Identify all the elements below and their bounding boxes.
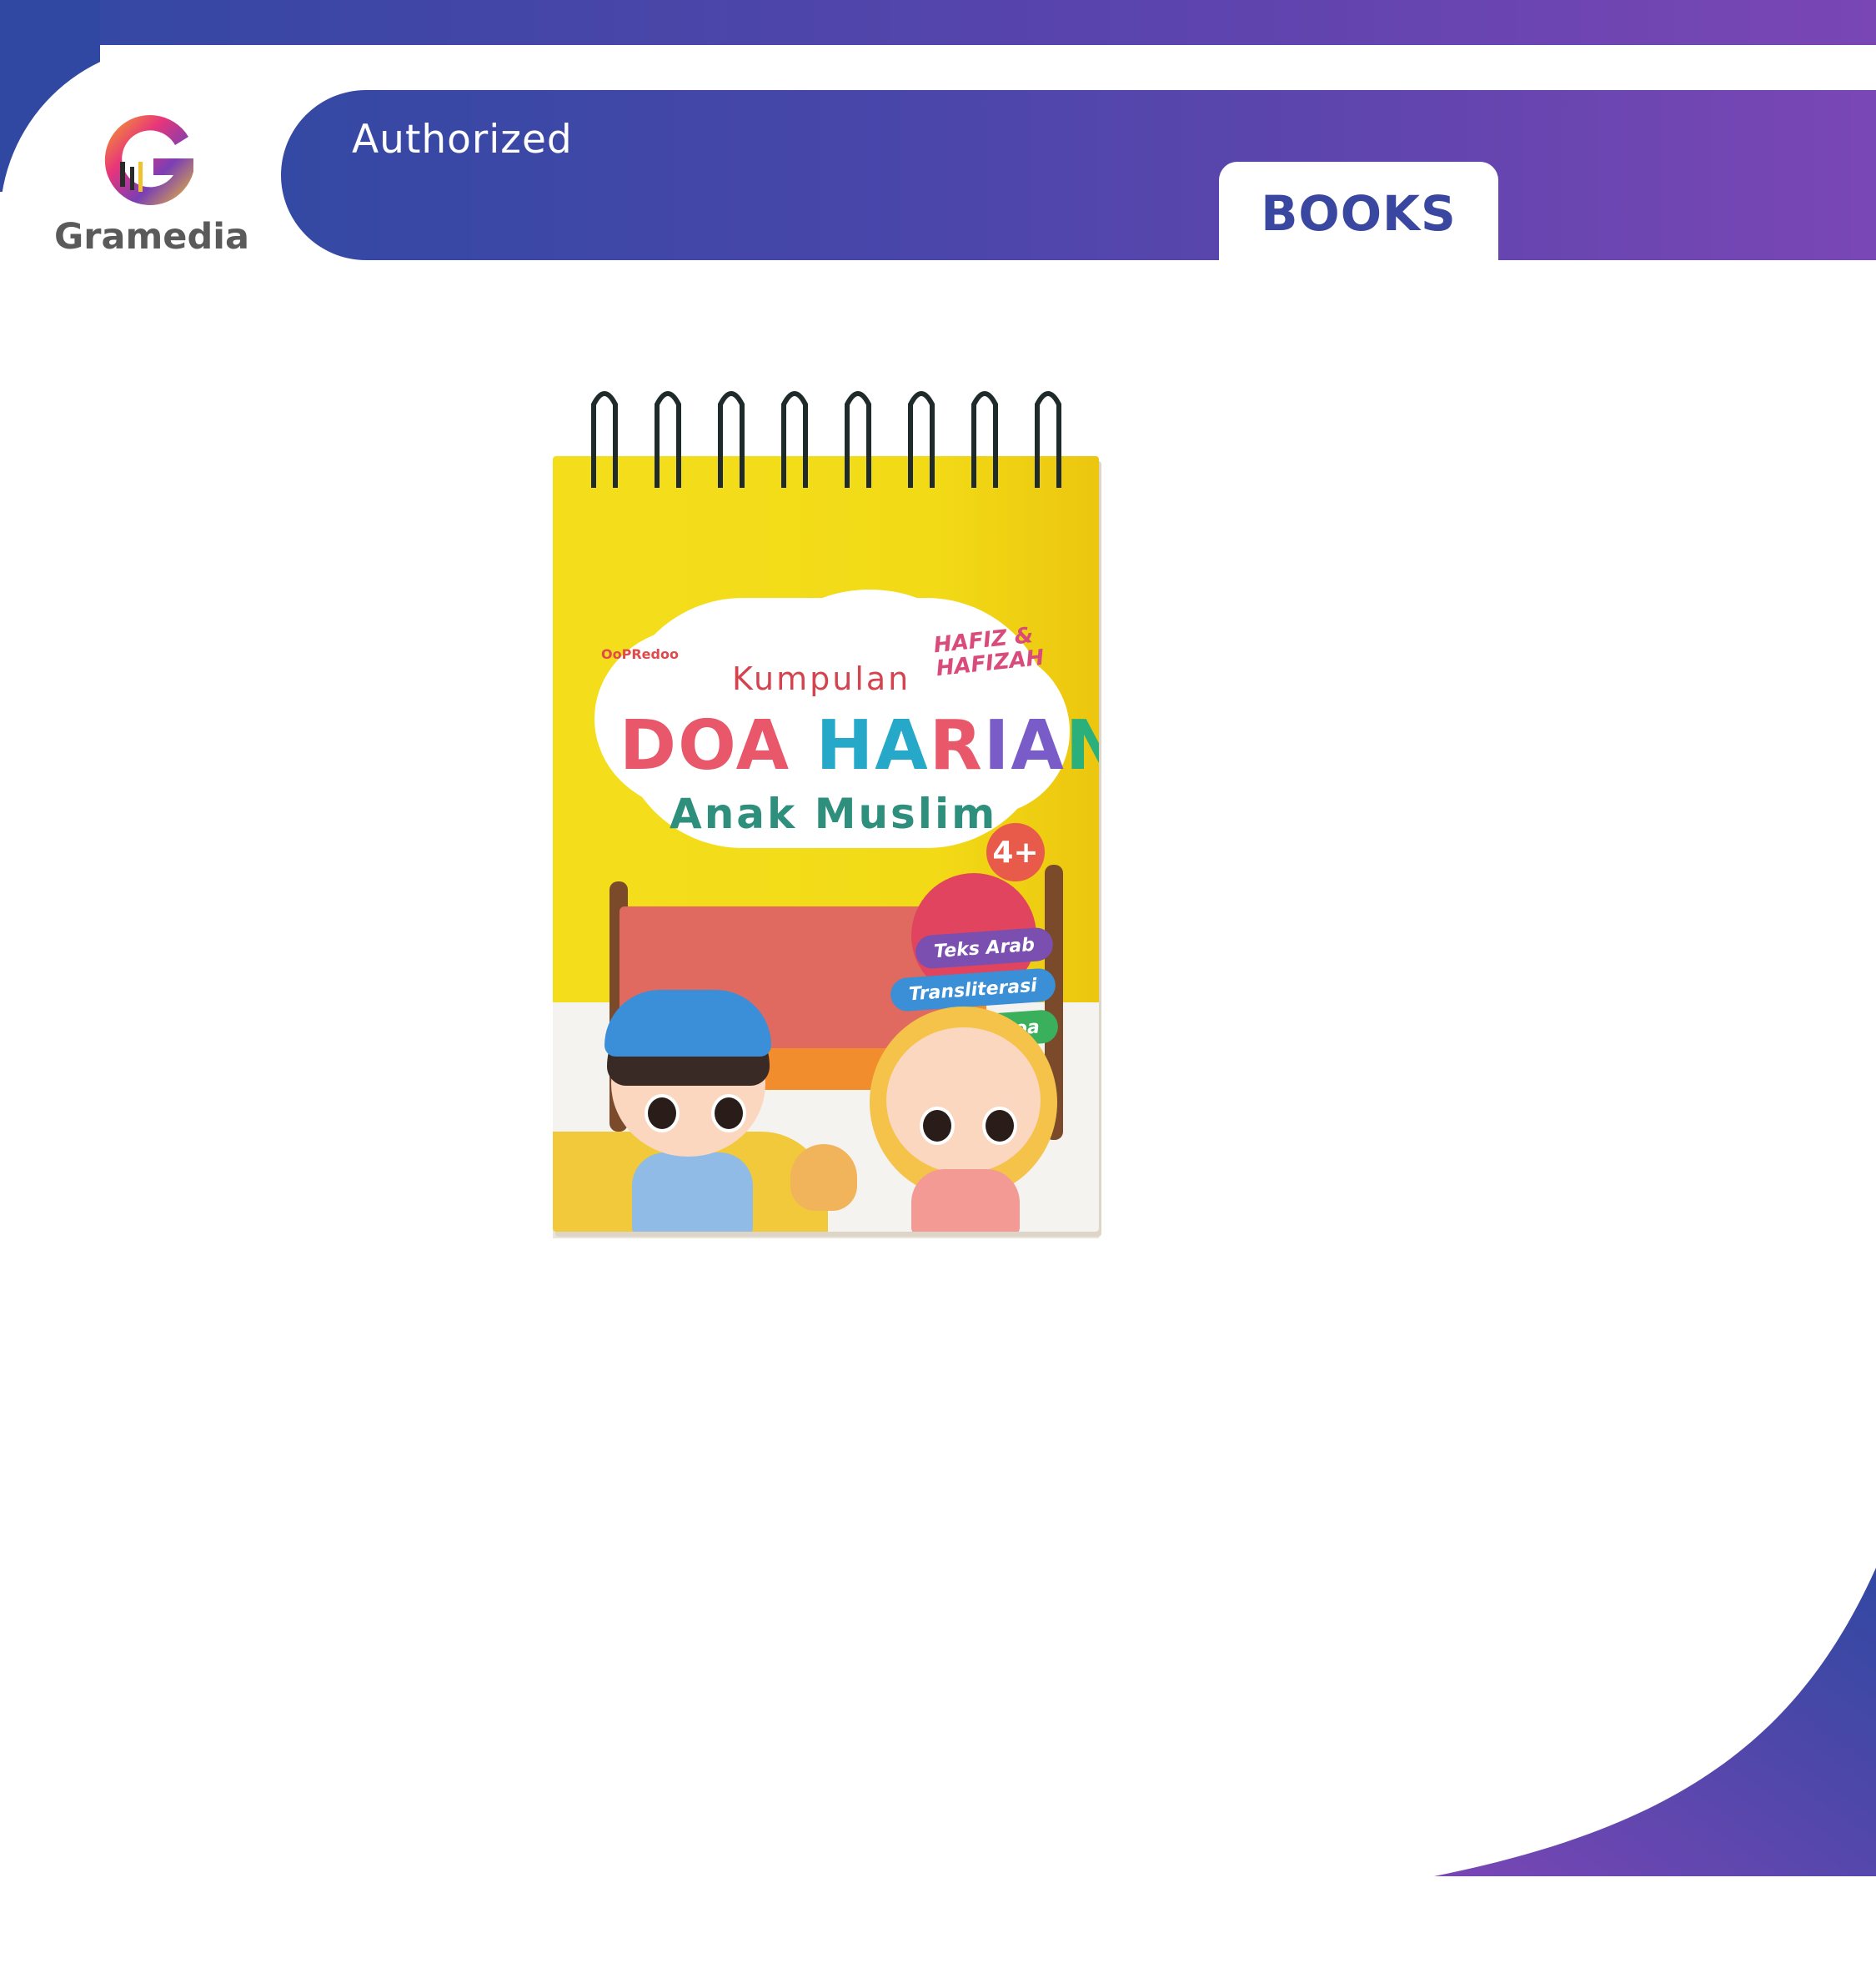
spiral-ring	[845, 391, 871, 488]
boy-eye	[645, 1094, 680, 1132]
spiral-ring	[1035, 391, 1061, 488]
gramedia-g-icon	[104, 115, 193, 206]
spiral-ring	[718, 391, 745, 488]
girl-eye	[920, 1107, 955, 1145]
corner-swoosh	[1434, 1568, 1876, 1876]
spiral-ring	[655, 391, 681, 488]
spiral-ring	[591, 391, 618, 488]
top-gradient-band	[0, 0, 1876, 45]
title-letters: HA	[815, 706, 930, 786]
boy-body	[632, 1152, 753, 1232]
age-badge: 4+	[986, 823, 1045, 881]
spiral-ring	[971, 391, 998, 488]
gramedia-logo[interactable]: Gramedia	[52, 103, 252, 262]
authorized-banner	[281, 90, 1876, 260]
cover-title-top: Kumpulan	[732, 660, 911, 697]
girl-eye	[982, 1107, 1017, 1145]
title-letters: N	[1065, 706, 1099, 786]
title-letters: R	[929, 706, 984, 786]
title-letters: IA	[983, 706, 1066, 786]
boy-cap	[604, 990, 771, 1057]
girl-body	[911, 1169, 1020, 1232]
product-image: OoPRedoo HAFIZ & HAFIZAH Kumpulan DOA HA…	[550, 388, 1101, 1243]
books-tab-label: BOOKS	[1261, 185, 1457, 242]
authorized-label: Authorized	[352, 117, 573, 163]
boy-eye	[711, 1094, 746, 1132]
cover-subtitle: Anak Muslim	[670, 790, 998, 838]
girl-head	[886, 1027, 1041, 1173]
gramedia-logo-text: Gramedia	[53, 216, 250, 258]
cover-title-main: DOA HARIAN	[619, 706, 1099, 786]
title-letters	[790, 706, 816, 786]
publisher-logo: OoPRedoo	[601, 646, 679, 662]
spiral-ring	[908, 391, 935, 488]
spiral-ring	[781, 391, 808, 488]
books-tab[interactable]: BOOKS	[1219, 162, 1498, 262]
cat-toy	[790, 1144, 857, 1211]
title-letters: DOA	[619, 706, 791, 786]
book-cover: OoPRedoo HAFIZ & HAFIZAH Kumpulan DOA HA…	[553, 456, 1099, 1232]
